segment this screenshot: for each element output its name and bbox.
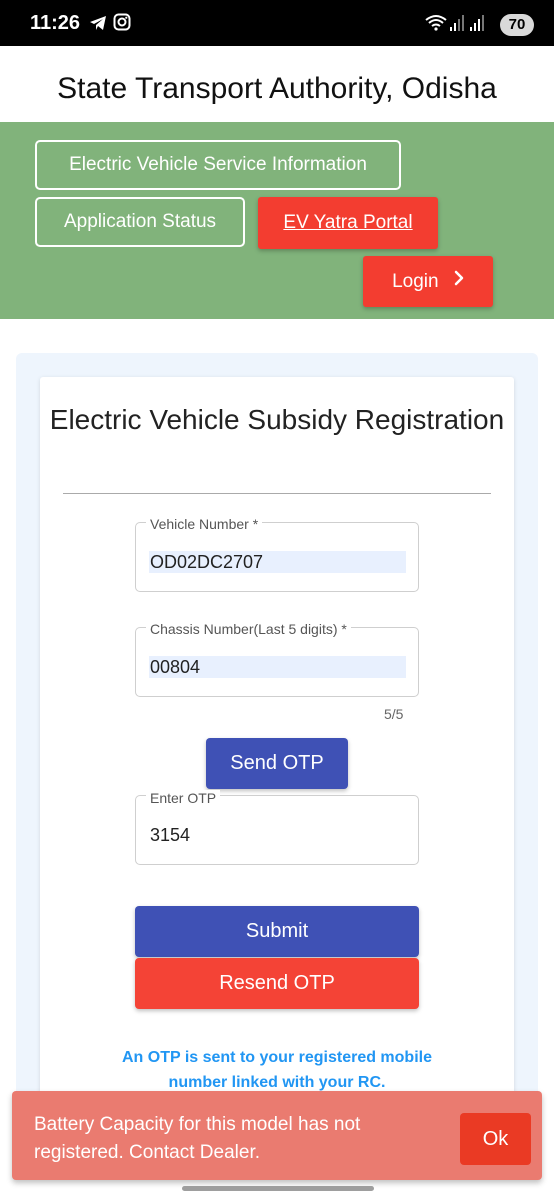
otp-field[interactable]: Enter OTP 3154 — [135, 790, 419, 865]
wifi-icon — [424, 13, 448, 33]
application-status-button[interactable]: Application Status — [35, 197, 245, 247]
vehicle-number-label: Vehicle Number * — [146, 516, 263, 532]
site-title: State Transport Authority, Odisha — [57, 72, 497, 105]
submit-button[interactable]: Submit — [135, 906, 419, 957]
error-snackbar: Battery Capacity for this model has not … — [12, 1091, 542, 1180]
telegram-icon — [88, 13, 108, 33]
status-bar: 11:26 70 — [0, 0, 554, 46]
status-time: 11:26 — [30, 12, 81, 34]
login-button[interactable]: Login — [363, 256, 493, 307]
chassis-char-counter: 5/5 — [384, 706, 404, 722]
ev-yatra-portal-link[interactable]: EV Yatra Portal — [258, 197, 438, 249]
snackbar-ok-button[interactable]: Ok — [460, 1113, 531, 1165]
instagram-icon — [113, 13, 133, 33]
home-indicator[interactable] — [182, 1186, 374, 1191]
chevron-right-icon — [454, 255, 464, 306]
resend-otp-button[interactable]: Resend OTP — [135, 958, 419, 1009]
nav-band: Electric Vehicle Service Information App… — [0, 122, 554, 319]
signal-icon — [449, 13, 465, 33]
chassis-number-field[interactable]: Chassis Number(Last 5 digits) * 00804 — [135, 621, 419, 697]
snackbar-message: Battery Capacity for this model has not … — [34, 1114, 361, 1163]
battery-indicator: 70 — [500, 14, 534, 36]
vehicle-number-input[interactable]: OD02DC2707 — [149, 551, 406, 573]
signal-icon — [469, 13, 485, 33]
otp-input[interactable]: 3154 — [149, 824, 406, 846]
otp-label: Enter OTP — [146, 790, 221, 806]
title-divider — [63, 493, 491, 494]
chassis-number-label: Chassis Number(Last 5 digits) * — [146, 621, 351, 637]
ev-service-info-button[interactable]: Electric Vehicle Service Information — [35, 140, 401, 190]
login-label: Login — [392, 271, 439, 292]
otp-info-message: An OTP is sent to your registered mobile… — [122, 1049, 432, 1091]
form-title: Electric Vehicle Subsidy Registration — [49, 404, 505, 435]
vehicle-number-field[interactable]: Vehicle Number * OD02DC2707 — [135, 516, 419, 592]
send-otp-button[interactable]: Send OTP — [206, 738, 348, 789]
chassis-number-input[interactable]: 00804 — [149, 656, 406, 678]
